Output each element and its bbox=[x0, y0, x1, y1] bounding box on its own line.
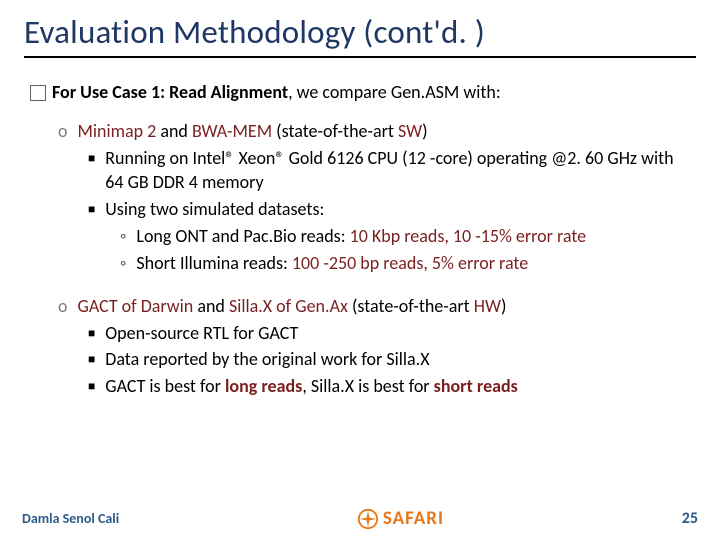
t: , Silla.X is best for bbox=[302, 375, 433, 397]
circle-bullet-icon: o bbox=[58, 294, 68, 319]
bullet-level1: o GACT of Darwin and Silla.X of Gen.Ax (… bbox=[58, 294, 692, 319]
t: short reads bbox=[434, 375, 518, 397]
bullet-level2: ■ Running on Intel® Xeon® Gold 6126 CPU … bbox=[88, 146, 692, 196]
footer: Damla Senol Cali SAFARI 25 bbox=[0, 507, 720, 530]
page-number: 25 bbox=[682, 509, 698, 528]
t: For Use Case 1: Read Alignment bbox=[52, 81, 288, 103]
compass-icon bbox=[357, 508, 379, 530]
t: (state-of-the-art bbox=[348, 295, 474, 317]
logo-text: SAFARI bbox=[383, 507, 444, 530]
slide-body: For Use Case 1: Read Alignment, we compa… bbox=[28, 80, 692, 399]
t: SW bbox=[398, 120, 422, 142]
square-bullet-icon: ■ bbox=[88, 352, 95, 372]
bullet-level1: o Minimap 2 and BWA-MEM (state-of-the-ar… bbox=[58, 119, 692, 144]
t: (state-of-the-art bbox=[272, 120, 398, 142]
text: Open-source RTL for GACT bbox=[105, 321, 298, 346]
t: Long ONT and Pac.Bio reads: bbox=[136, 225, 349, 247]
text: Running on Intel® Xeon® Gold 6126 CPU (1… bbox=[105, 146, 692, 196]
ring-bullet-icon: ◦ bbox=[120, 251, 126, 276]
t: long reads bbox=[225, 375, 302, 397]
slide-title: Evaluation Methodology (cont'd. ) bbox=[24, 12, 696, 58]
t: ) bbox=[501, 295, 506, 317]
t: Short Illumina reads: bbox=[136, 252, 292, 274]
t: GACT is best for bbox=[105, 375, 225, 397]
square-bullet-icon: ■ bbox=[88, 151, 95, 196]
t: BWA-MEM bbox=[192, 120, 272, 142]
text: GACT of Darwin and Silla.X of Gen.Ax (st… bbox=[78, 294, 507, 319]
t: GACT of Darwin bbox=[78, 295, 194, 317]
safari-logo: SAFARI bbox=[357, 507, 444, 530]
text: Short Illumina reads: 100 -250 bp reads,… bbox=[136, 251, 528, 276]
spacer bbox=[28, 278, 692, 294]
bullet-level3: ◦ Short Illumina reads: 100 -250 bp read… bbox=[120, 251, 692, 276]
t: Minimap 2 bbox=[78, 120, 157, 142]
text: Using two simulated datasets: bbox=[105, 197, 324, 222]
t: ) bbox=[422, 120, 427, 142]
t: and bbox=[156, 120, 192, 142]
circle-bullet-icon: o bbox=[58, 119, 68, 144]
bullet-level2: ■ Using two simulated datasets: bbox=[88, 197, 692, 222]
square-bullet-icon bbox=[30, 85, 46, 101]
t: Silla.X of Gen.Ax bbox=[229, 295, 348, 317]
t: HW bbox=[474, 295, 501, 317]
t: and bbox=[193, 295, 229, 317]
text: Minimap 2 and BWA-MEM (state-of-the-art … bbox=[78, 119, 428, 144]
t: , we compare Gen.ASM with: bbox=[288, 81, 501, 103]
text: Data reported by the original work for S… bbox=[105, 347, 429, 372]
text: GACT is best for long reads, Silla.X is … bbox=[105, 374, 518, 399]
t: 100 -250 bp reads, 5% error rate bbox=[292, 252, 528, 274]
square-bullet-icon: ■ bbox=[88, 202, 95, 222]
text: For Use Case 1: Read Alignment, we compa… bbox=[52, 80, 501, 105]
slide: Evaluation Methodology (cont'd. ) For Us… bbox=[0, 0, 720, 399]
t: 10 Kbp reads, 10 -15% error rate bbox=[350, 225, 587, 247]
bullet-level0: For Use Case 1: Read Alignment, we compa… bbox=[30, 80, 692, 105]
bullet-level3: ◦ Long ONT and Pac.Bio reads: 10 Kbp rea… bbox=[120, 224, 692, 249]
bullet-level2: ■ Data reported by the original work for… bbox=[88, 347, 692, 372]
bullet-level2: ■ GACT is best for long reads, Silla.X i… bbox=[88, 374, 692, 399]
square-bullet-icon: ■ bbox=[88, 326, 95, 346]
square-bullet-icon: ■ bbox=[88, 379, 95, 399]
bullet-level2: ■ Open-source RTL for GACT bbox=[88, 321, 692, 346]
author-name: Damla Senol Cali bbox=[22, 510, 119, 527]
ring-bullet-icon: ◦ bbox=[120, 224, 126, 249]
text: Long ONT and Pac.Bio reads: 10 Kbp reads… bbox=[136, 224, 586, 249]
